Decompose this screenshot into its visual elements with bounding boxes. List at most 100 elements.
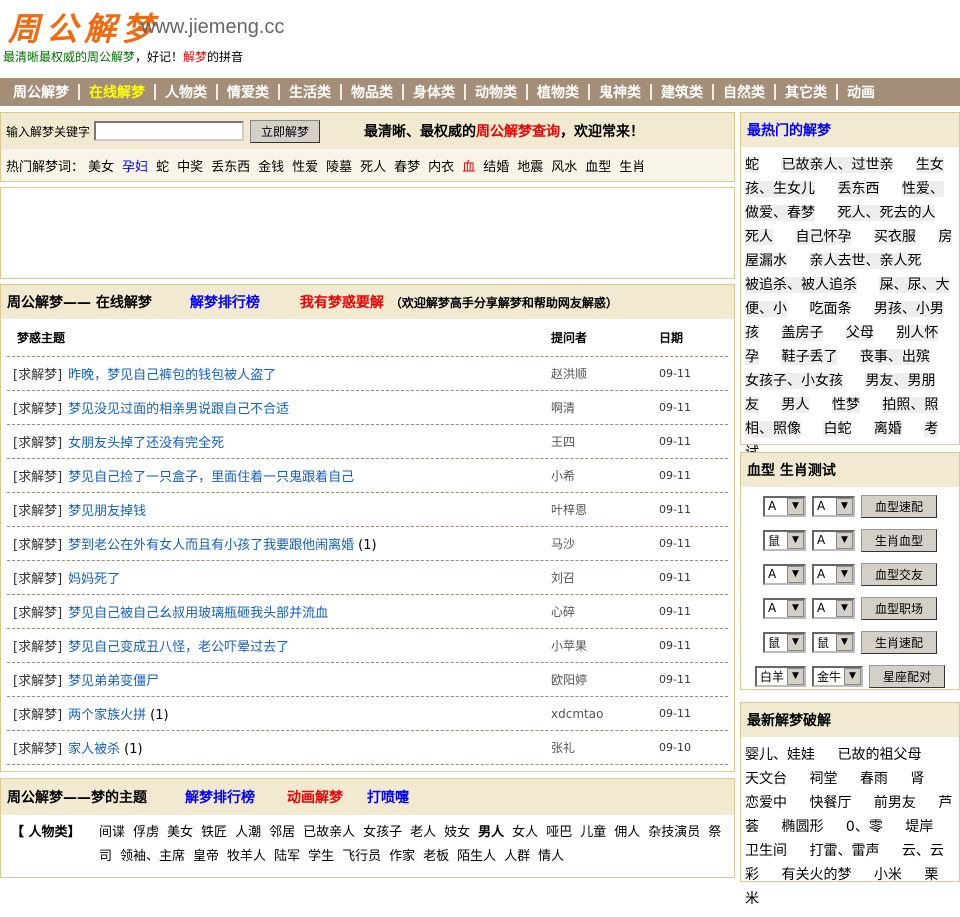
dream-tag[interactable]: 父母 <box>845 325 874 341</box>
hot-word[interactable]: 孕妇 <box>122 156 148 175</box>
dream-tag[interactable]: 天文台 <box>745 771 787 787</box>
dream-tag[interactable]: 死人 <box>745 229 773 245</box>
topic-link[interactable]: 梦见没见过面的相亲男说跟自己不合适 <box>68 402 289 417</box>
topic-link[interactable]: 梦见自己被自己幺叔用玻璃瓶砸我头部并流血 <box>68 606 328 621</box>
chevron-down-icon[interactable]: ▼ <box>787 599 804 617</box>
theme-word[interactable]: 人潮 <box>235 825 261 840</box>
dream-tag[interactable]: 恋爱中 <box>745 795 787 811</box>
test-button[interactable]: 血型职场 <box>861 596 937 620</box>
topic-link[interactable]: 妈妈死了 <box>68 572 120 587</box>
theme-word[interactable]: 女孩子 <box>363 825 402 840</box>
test-button[interactable]: 血型速配 <box>861 494 937 518</box>
nav-item[interactable]: 自然类 <box>714 82 774 102</box>
nav-item[interactable]: 动画 <box>838 82 884 102</box>
hot-word[interactable]: 风水 <box>551 156 577 175</box>
option-select[interactable]: 白羊 ▼ <box>754 665 806 687</box>
theme-word[interactable]: 作家 <box>389 849 415 864</box>
hot-word[interactable]: 血型 <box>585 156 611 175</box>
dream-tag[interactable]: 快餐厅 <box>809 795 851 811</box>
nav-item[interactable]: 物品类 <box>342 82 402 102</box>
dream-tag[interactable]: 已故亲人、过世亲 <box>781 157 894 173</box>
chevron-down-icon[interactable]: ▼ <box>844 667 862 685</box>
nav-item[interactable]: 情爱类 <box>218 82 278 102</box>
dream-tag[interactable]: 自己怀孕 <box>795 229 852 245</box>
topic-link[interactable]: 昨晚，梦见自己裤包的钱包被人盗了 <box>68 368 276 383</box>
hot-word[interactable]: 春梦 <box>394 156 420 175</box>
option-select[interactable]: A ▼ <box>812 597 855 619</box>
hot-word[interactable]: 血 <box>462 156 475 175</box>
hot-word[interactable]: 生肖 <box>619 156 645 175</box>
dream-tag[interactable]: 鞋子丢了 <box>781 349 838 365</box>
dream-tag[interactable]: 椭圆形 <box>781 819 823 835</box>
theme-word[interactable]: 皇帝 <box>193 849 219 864</box>
topic-link[interactable]: 梦到老公在外有女人而且有小孩了我要跟他闹离婚 <box>68 538 354 553</box>
nav-item[interactable]: 周公解梦 <box>4 82 78 102</box>
topic-link[interactable]: 梦见朋友掉钱 <box>68 504 146 519</box>
dream-tag[interactable]: 蛇 <box>745 157 759 173</box>
chevron-down-icon[interactable]: ▼ <box>787 531 804 549</box>
dream-tag[interactable]: 已故的祖父母 <box>837 747 921 763</box>
test-button[interactable]: 血型交友 <box>861 562 937 586</box>
nav-item[interactable]: 在线解梦 <box>80 82 154 102</box>
theme-word[interactable]: 人群 <box>504 849 530 864</box>
theme-word[interactable]: 飞行员 <box>342 849 381 864</box>
theme-word[interactable]: 陆军 <box>274 849 300 864</box>
chevron-down-icon[interactable]: ▼ <box>787 565 804 583</box>
theme-word[interactable]: 陌生人 <box>457 849 496 864</box>
dream-tag[interactable]: 0、零 <box>846 819 883 835</box>
nav-item[interactable]: 鬼神类 <box>590 82 650 102</box>
dream-tag[interactable]: 男人 <box>781 397 810 413</box>
dream-tag[interactable]: 小米 <box>874 867 902 883</box>
nav-item[interactable]: 其它类 <box>776 82 836 102</box>
chevron-down-icon[interactable]: ▼ <box>836 497 853 515</box>
topic-link[interactable]: 梦见自己捡了一只盒子，里面住着一只鬼跟着自己 <box>68 470 354 485</box>
search-button[interactable]: 立即解梦 <box>250 119 321 143</box>
dream-tag[interactable]: 离婚 <box>873 421 902 437</box>
test-button[interactable]: 生肖血型 <box>861 528 937 552</box>
hot-word[interactable]: 性爱 <box>292 156 318 175</box>
rank-link[interactable]: 解梦排行榜 <box>190 292 260 312</box>
dream-tag[interactable]: 买衣服 <box>873 229 916 245</box>
theme-word[interactable]: 杂技演员 <box>648 825 700 840</box>
hot-word[interactable]: 金钱 <box>258 156 284 175</box>
theme-word[interactable]: 佣人 <box>614 825 640 840</box>
theme-word[interactable]: 老板 <box>423 849 449 864</box>
animation-link[interactable]: 动画解梦 <box>287 787 343 807</box>
option-select[interactable]: 金牛 ▼ <box>812 665 864 687</box>
nav-item[interactable]: 建筑类 <box>652 82 712 102</box>
chevron-down-icon[interactable]: ▼ <box>836 633 853 651</box>
chevron-down-icon[interactable]: ▼ <box>836 599 853 617</box>
nav-item[interactable]: 植物类 <box>528 82 588 102</box>
dream-tag[interactable]: 肾 <box>910 771 924 787</box>
nav-item[interactable]: 身体类 <box>404 82 464 102</box>
theme-word[interactable]: 学生 <box>308 849 334 864</box>
site-logo[interactable]: 周公解梦 <box>8 4 160 50</box>
theme-word[interactable]: 邻居 <box>269 825 295 840</box>
theme-word[interactable]: 美女 <box>167 825 193 840</box>
theme-word[interactable]: 牧羊人 <box>227 849 266 864</box>
dream-tag[interactable]: 前男友 <box>874 795 916 811</box>
dream-tag[interactable]: 吃面条 <box>809 301 852 317</box>
theme-word[interactable]: 哑巴 <box>546 825 572 840</box>
theme-word[interactable]: 妓女 <box>444 825 470 840</box>
hot-word[interactable]: 中奖 <box>177 156 203 175</box>
dream-tag[interactable]: 卫生间 <box>745 843 787 859</box>
test-button[interactable]: 生肖速配 <box>861 630 937 654</box>
topic-link[interactable]: 女朋友头掉了还没有完全死 <box>68 436 224 451</box>
hot-word[interactable]: 美女 <box>88 156 114 175</box>
theme-word[interactable]: 情人 <box>538 849 564 864</box>
dream-tag[interactable]: 有关火的梦 <box>781 867 851 883</box>
dream-tag[interactable]: 女孩子、小女孩 <box>745 373 843 389</box>
rank-link[interactable]: 解梦排行榜 <box>185 787 255 807</box>
dream-tag[interactable]: 亲人去世、亲人死 <box>809 253 922 269</box>
test-button[interactable]: 星座配对 <box>869 664 946 688</box>
option-select[interactable]: A ▼ <box>763 495 806 517</box>
chevron-down-icon[interactable]: ▼ <box>787 497 804 515</box>
hot-word[interactable]: 内衣 <box>428 156 454 175</box>
ask-link[interactable]: 我有梦惑要解 <box>300 292 384 312</box>
theme-word[interactable]: 俘虏 <box>133 825 159 840</box>
dream-tag[interactable]: 被追杀、被人追杀 <box>745 277 857 293</box>
dream-tag[interactable]: 性梦 <box>831 397 860 413</box>
nav-item[interactable]: 动物类 <box>466 82 526 102</box>
dream-tag[interactable]: 祠堂 <box>809 771 837 787</box>
